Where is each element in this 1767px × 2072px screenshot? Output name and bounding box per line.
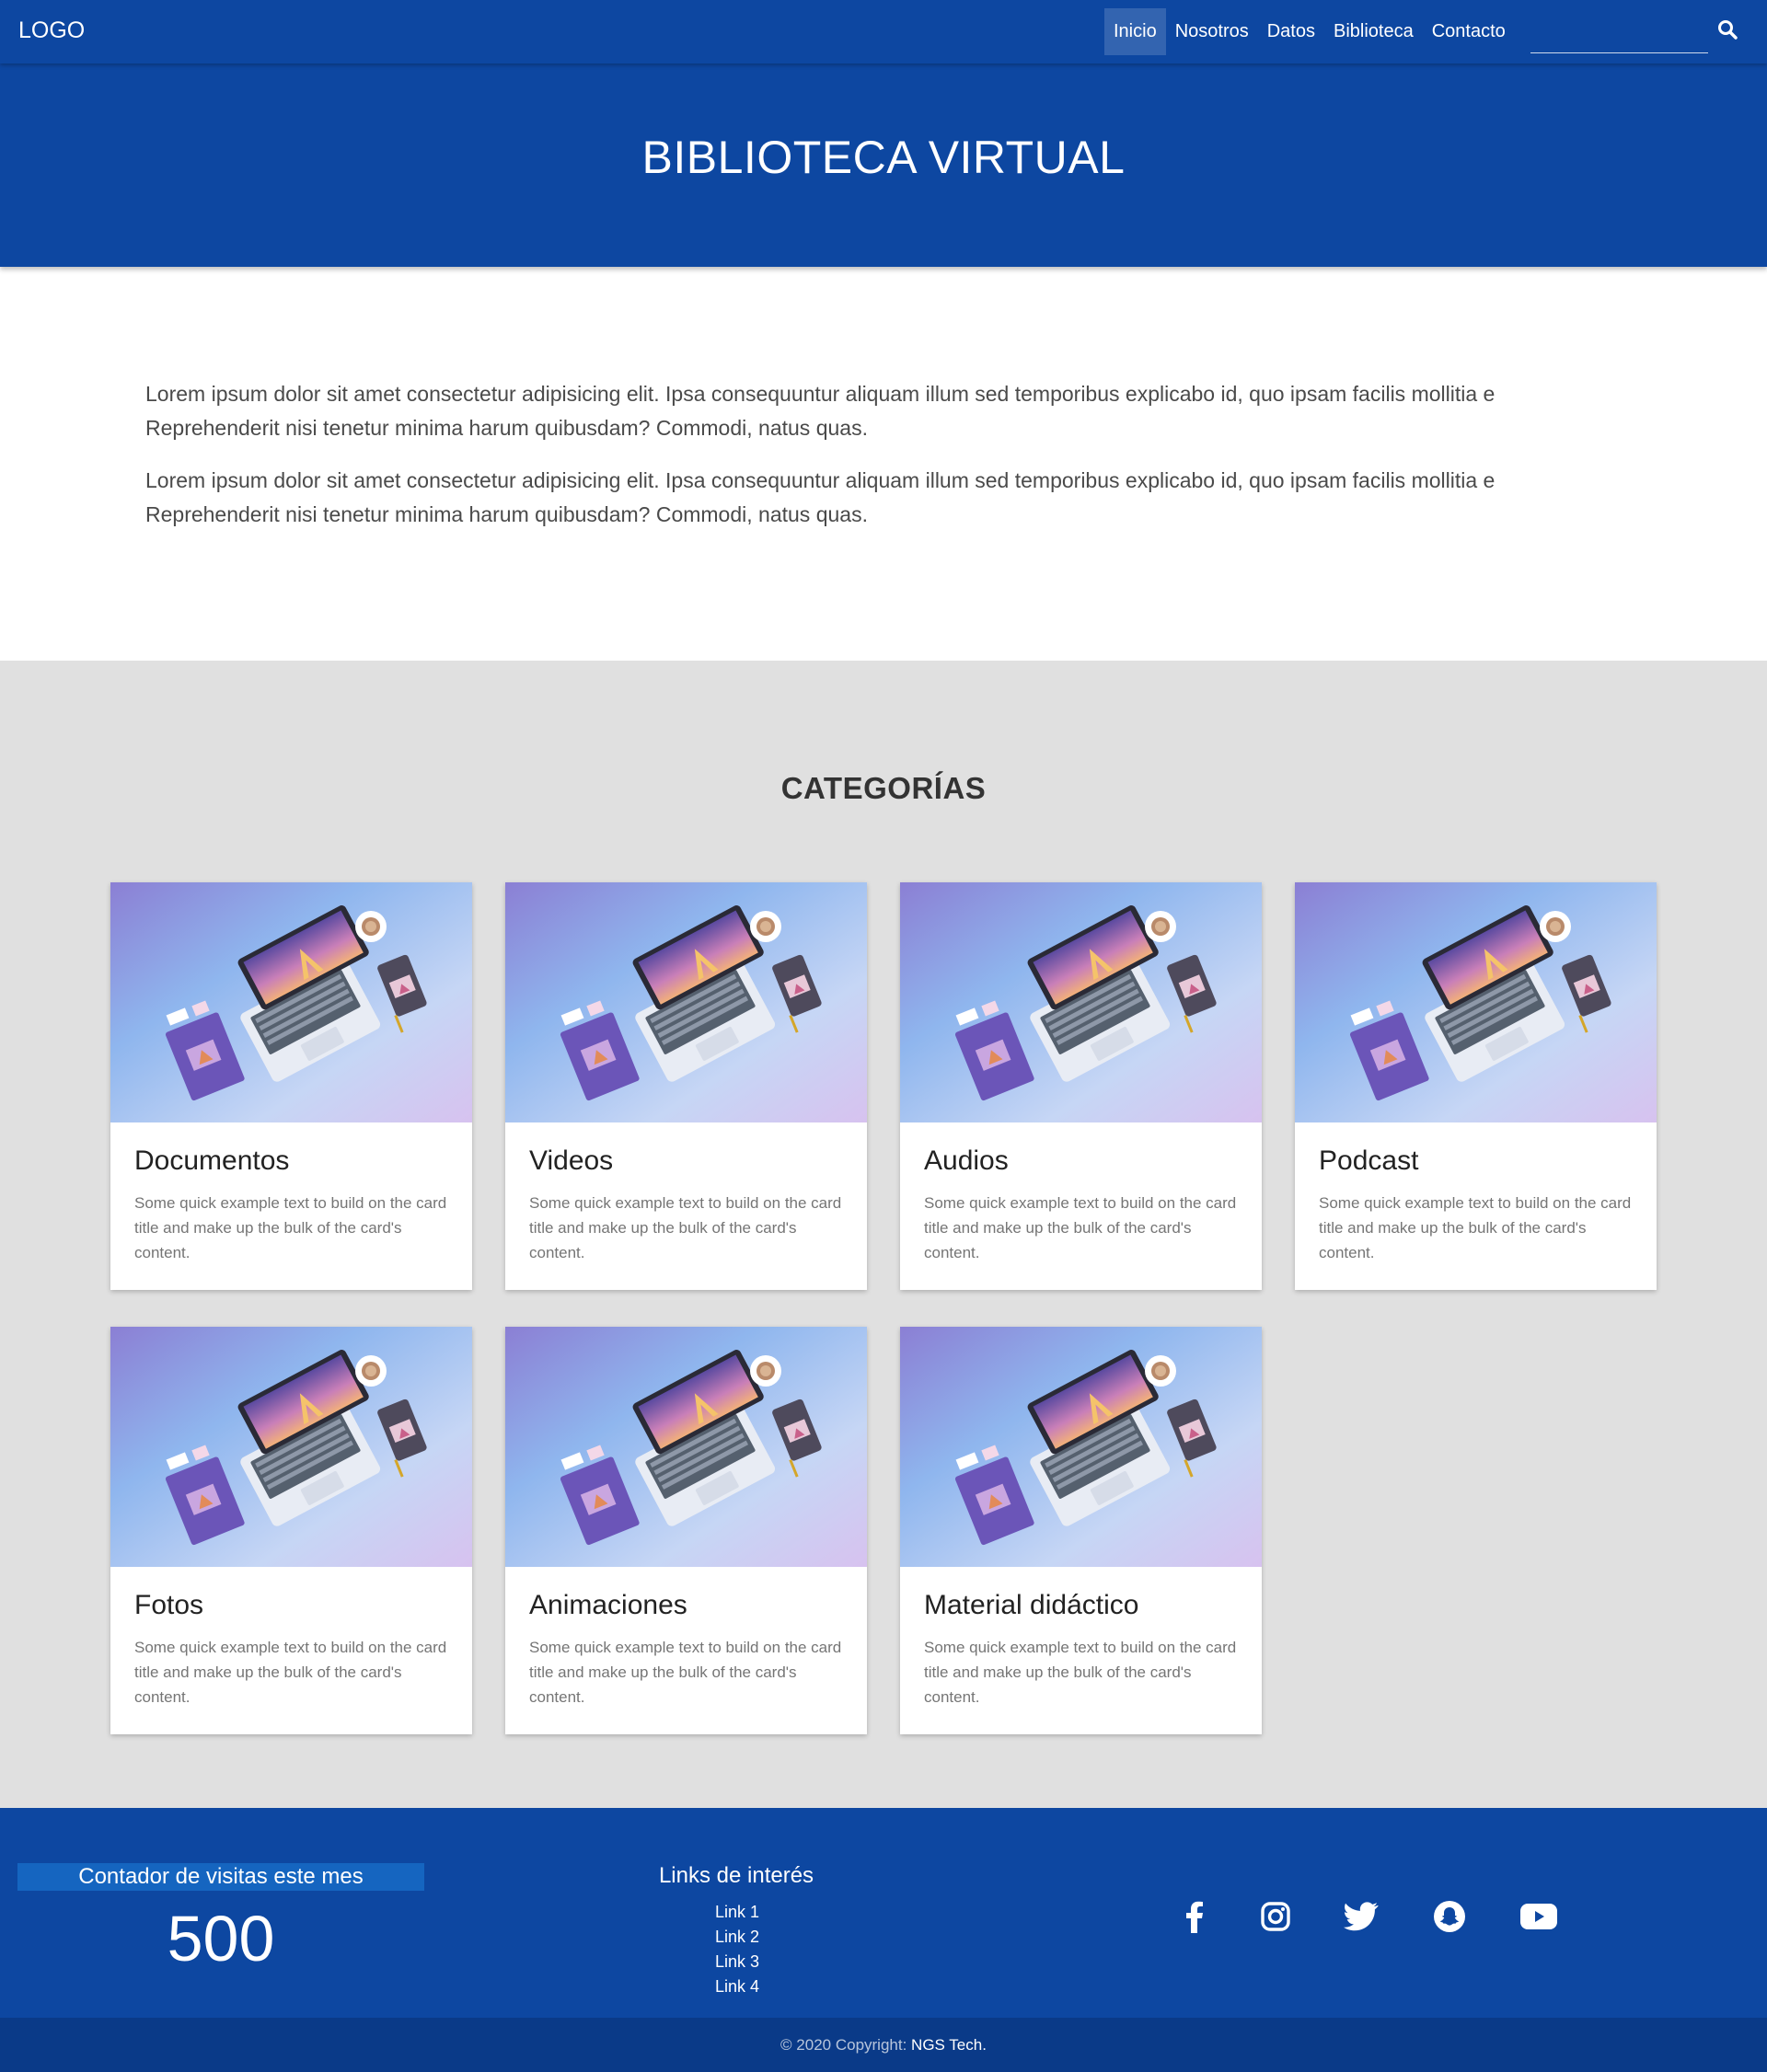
nav-item-contacto[interactable]: Contacto (1423, 8, 1515, 55)
card-image (505, 1327, 867, 1567)
card-text: Some quick example text to build on the … (134, 1194, 447, 1261)
nav-item-datos[interactable]: Datos (1258, 8, 1324, 55)
category-card-videos[interactable]: Videos Some quick example text to build … (505, 882, 867, 1290)
intro-section: Lorem ipsum dolor sit amet consectetur a… (145, 377, 1618, 550)
card-title: Animaciones (529, 1590, 687, 1620)
card-title: Videos (529, 1145, 614, 1176)
card-text: Some quick example text to build on the … (924, 1194, 1237, 1261)
intro-line: Lorem ipsum dolor sit amet consectetur a… (145, 468, 1496, 492)
workspace-illustration (1295, 882, 1657, 1122)
copyright-brand-link[interactable]: NGS Tech. (911, 2036, 987, 2054)
search-input[interactable] (1530, 17, 1708, 53)
facebook-icon[interactable] (1176, 1898, 1213, 1935)
card-title: Documentos (134, 1145, 290, 1176)
copyright-bar: © 2020 Copyright: NGS Tech. (0, 2018, 1767, 2072)
nav-item-nosotros[interactable]: Nosotros (1166, 8, 1258, 55)
card-title: Podcast (1319, 1145, 1419, 1176)
footer-link[interactable]: Link 2 (715, 1925, 759, 1950)
workspace-illustration (110, 1327, 472, 1567)
links-title: Links de interés (658, 1863, 814, 1888)
card-title: Fotos (134, 1590, 204, 1620)
intro-line: Lorem ipsum dolor sit amet consectetur a… (145, 382, 1496, 406)
card-text: Some quick example text to build on the … (529, 1194, 842, 1261)
visit-counter-label: Contador de visitas este mes (17, 1863, 424, 1891)
card-image (900, 1327, 1262, 1567)
category-card-material-didactico[interactable]: Material didáctico Some quick example te… (900, 1327, 1262, 1734)
workspace-illustration (900, 1327, 1262, 1567)
card-text: Some quick example text to build on the … (924, 1639, 1237, 1706)
card-image (110, 1327, 472, 1567)
card-image (110, 882, 472, 1122)
hero-banner: BIBLIOTECA VIRTUAL (0, 63, 1767, 267)
workspace-illustration (505, 882, 867, 1122)
category-card-fotos[interactable]: Fotos Some quick example text to build o… (110, 1327, 472, 1734)
card-image (1295, 882, 1657, 1122)
nav-item-biblioteca[interactable]: Biblioteca (1324, 8, 1423, 55)
workspace-illustration (505, 1327, 867, 1567)
workspace-illustration (110, 882, 472, 1122)
card-title: Audios (924, 1145, 1009, 1176)
card-text: Some quick example text to build on the … (134, 1639, 447, 1706)
snapchat-icon[interactable] (1431, 1898, 1468, 1935)
visit-counter-value: 500 (167, 1903, 275, 1974)
intro-paragraph: Lorem ipsum dolor sit amet consectetur a… (145, 377, 1618, 445)
card-image (900, 882, 1262, 1122)
card-title: Material didáctico (924, 1590, 1139, 1620)
page-title: BIBLIOTECA VIRTUAL (641, 132, 1126, 183)
workspace-illustration (900, 882, 1262, 1122)
card-image (505, 882, 867, 1122)
links-list: Link 1 Link 2 Link 3 Link 4 (715, 1900, 759, 1999)
footer: Contador de visitas este mes 500 Links d… (0, 1808, 1767, 2018)
card-text: Some quick example text to build on the … (529, 1639, 842, 1706)
category-card-animaciones[interactable]: Animaciones Some quick example text to b… (505, 1327, 867, 1734)
nav-links: Inicio Nosotros Datos Biblioteca Contact… (1104, 8, 1515, 55)
nav-item-inicio[interactable]: Inicio (1104, 8, 1166, 55)
intro-line: Reprehenderit nisi tenetur minima harum … (145, 502, 868, 526)
category-card-documentos[interactable]: Documentos Some quick example text to bu… (110, 882, 472, 1290)
twitter-icon[interactable] (1343, 1898, 1380, 1935)
category-card-podcast[interactable]: Podcast Some quick example text to build… (1295, 882, 1657, 1290)
footer-link[interactable]: Link 1 (715, 1900, 759, 1925)
copyright-text: © 2020 Copyright: (780, 2036, 912, 2054)
intro-line: Reprehenderit nisi tenetur minima harum … (145, 416, 868, 440)
logo[interactable]: LOGO (18, 17, 85, 44)
footer-link[interactable]: Link 3 (715, 1950, 759, 1974)
categories-section: CATEGORÍAS Documentos Some quick example… (0, 661, 1767, 1808)
search-icon[interactable] (1716, 18, 1738, 40)
youtube-icon[interactable] (1520, 1898, 1557, 1935)
navbar: LOGO Inicio Nosotros Datos Biblioteca Co… (0, 0, 1767, 63)
card-text: Some quick example text to build on the … (1319, 1194, 1632, 1261)
category-card-audios[interactable]: Audios Some quick example text to build … (900, 882, 1262, 1290)
footer-link[interactable]: Link 4 (715, 1974, 759, 1999)
categories-title: CATEGORÍAS (780, 771, 987, 805)
intro-paragraph: Lorem ipsum dolor sit amet consectetur a… (145, 464, 1618, 532)
instagram-icon[interactable] (1257, 1898, 1294, 1935)
